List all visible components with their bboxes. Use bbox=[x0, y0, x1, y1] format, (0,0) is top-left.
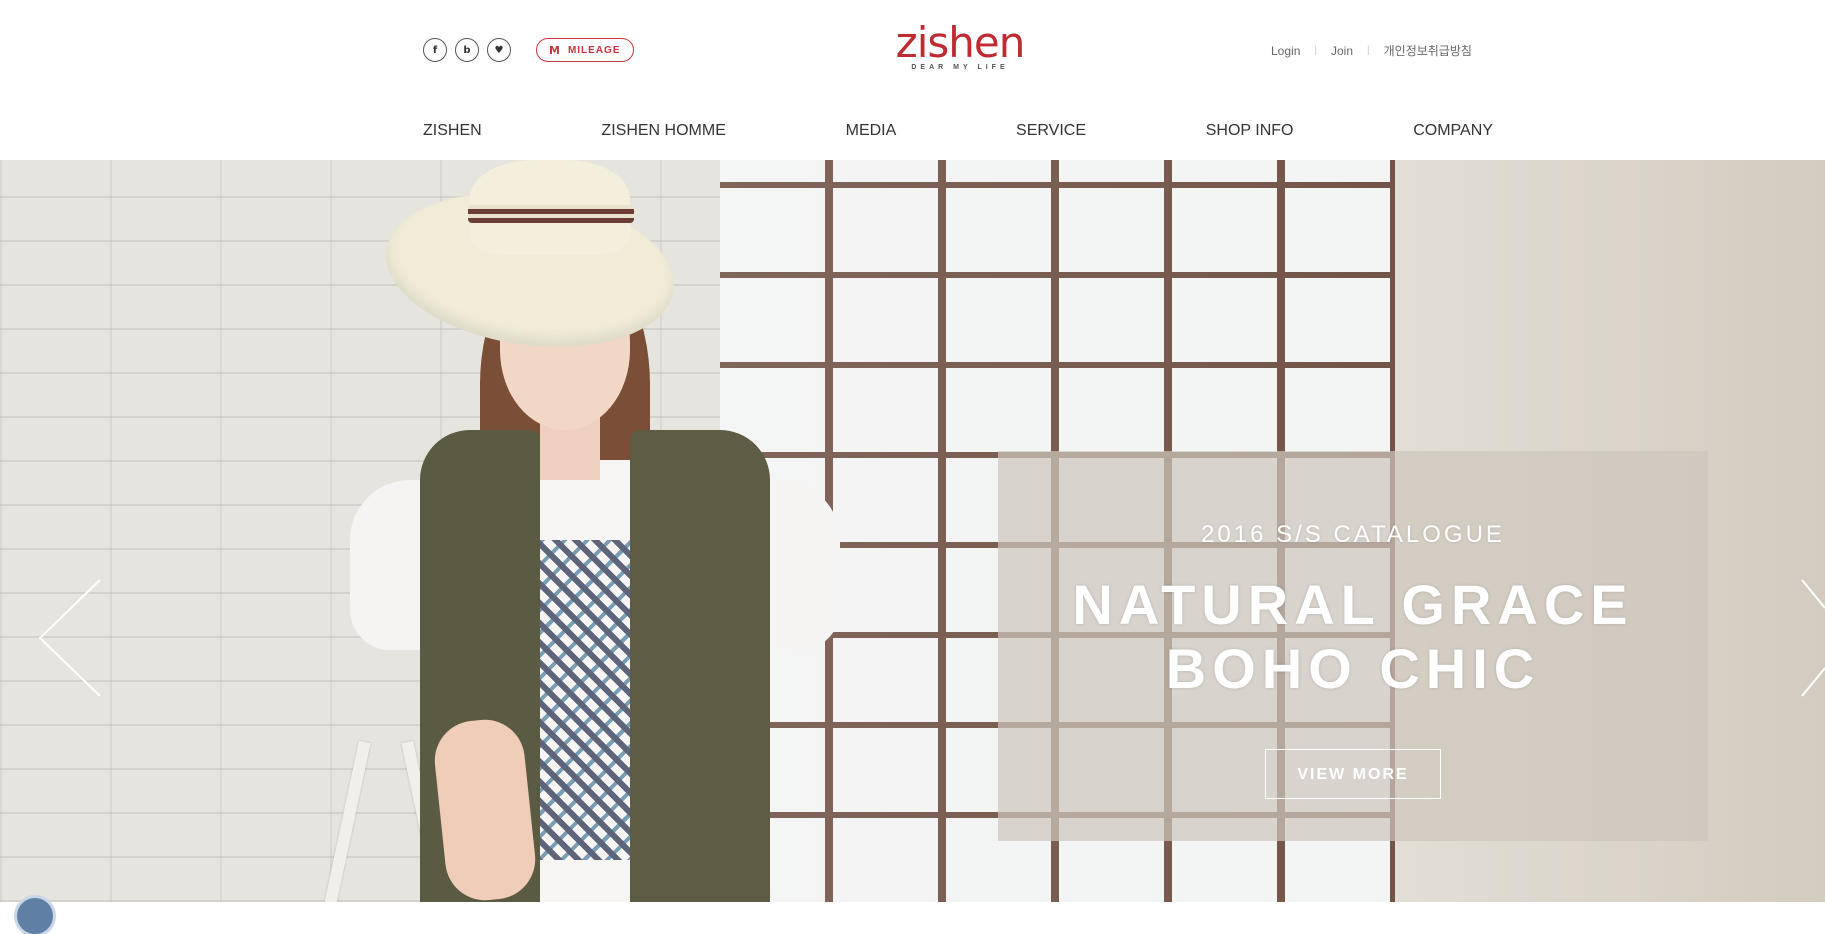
site-header: f b ♥ M MILEAGE zishen DEAR MY LIFE Logi… bbox=[0, 0, 1825, 160]
hat-band bbox=[468, 205, 634, 223]
hero-title-line1: NATURAL GRACE bbox=[1072, 573, 1634, 636]
mileage-label: MILEAGE bbox=[567, 44, 621, 56]
hero-kicker: 2016 S/S CATALOGUE bbox=[1201, 521, 1505, 548]
nav-item-shop-info[interactable]: SHOP INFO bbox=[1206, 122, 1294, 140]
utility-nav: Login | Join | 개인정보취급방침 bbox=[1271, 42, 1472, 59]
blog-icon[interactable]: b bbox=[455, 38, 479, 62]
logo-wordmark: zishen bbox=[895, 18, 1026, 67]
chevron-left-icon bbox=[38, 579, 101, 697]
join-link[interactable]: Join bbox=[1331, 44, 1353, 58]
nav-item-media[interactable]: MEDIA bbox=[846, 122, 897, 140]
hero-slider: 2016 S/S CATALOGUE NATURAL GRACE BOHO CH… bbox=[0, 160, 1825, 902]
prev-slide-button[interactable] bbox=[38, 578, 108, 698]
model-vest bbox=[630, 430, 770, 902]
facebook-icon[interactable]: f bbox=[423, 38, 447, 62]
login-link[interactable]: Login bbox=[1271, 44, 1300, 58]
mileage-button[interactable]: M MILEAGE bbox=[536, 38, 634, 62]
pin-icon[interactable]: ♥ bbox=[487, 38, 511, 62]
nav-item-zishen[interactable]: ZISHEN bbox=[423, 122, 482, 140]
next-slide-button[interactable] bbox=[1800, 578, 1825, 698]
floating-chat-icon[interactable] bbox=[14, 895, 56, 934]
divider: | bbox=[1314, 45, 1317, 56]
privacy-policy-link[interactable]: 개인정보취급방침 bbox=[1384, 42, 1472, 59]
mileage-icon: M bbox=[549, 43, 560, 57]
nav-item-company[interactable]: COMPANY bbox=[1413, 122, 1493, 140]
main-nav: ZISHEN ZISHEN HOMME MEDIA SERVICE SHOP I… bbox=[423, 122, 1493, 140]
hero-caption: 2016 S/S CATALOGUE NATURAL GRACE BOHO CH… bbox=[998, 451, 1708, 841]
model-photo bbox=[300, 160, 880, 902]
view-more-button[interactable]: VIEW MORE bbox=[1265, 749, 1441, 799]
social-links: f b ♥ bbox=[423, 38, 511, 62]
divider: | bbox=[1367, 45, 1370, 56]
site-logo[interactable]: zishen DEAR MY LIFE bbox=[890, 18, 1030, 72]
nav-item-service[interactable]: SERVICE bbox=[1016, 122, 1086, 140]
chevron-right-icon bbox=[1801, 579, 1825, 697]
page: f b ♥ M MILEAGE zishen DEAR MY LIFE Logi… bbox=[0, 0, 1825, 934]
nav-item-zishen-homme[interactable]: ZISHEN HOMME bbox=[601, 122, 725, 140]
hero-title-line2: BOHO CHIC bbox=[1165, 637, 1541, 700]
hero-title: NATURAL GRACE BOHO CHIC bbox=[998, 573, 1708, 701]
easel-leg bbox=[321, 740, 371, 902]
